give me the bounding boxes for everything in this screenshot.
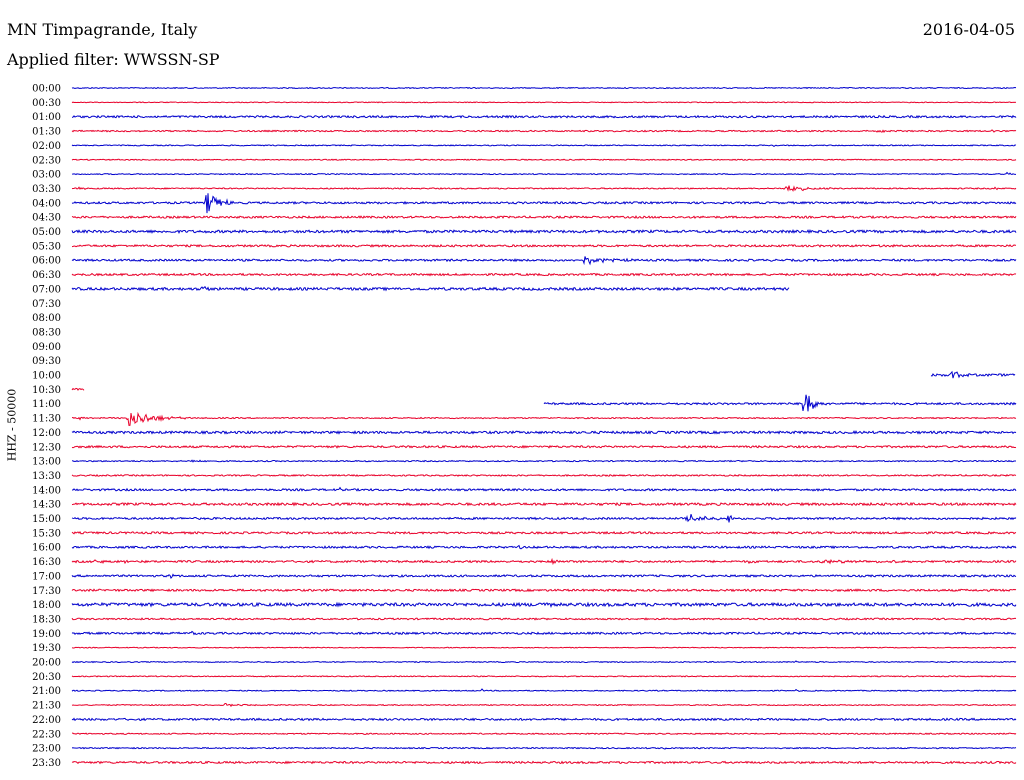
row-time-label: 22:00 bbox=[32, 715, 61, 726]
trace-21-30 bbox=[71, 702, 1017, 708]
row-time-label: 09:30 bbox=[32, 356, 61, 367]
trace-06-00 bbox=[71, 256, 1017, 266]
trace-05-00 bbox=[71, 228, 1017, 235]
trace-01-30 bbox=[71, 129, 1017, 133]
row-time-label: 12:30 bbox=[32, 442, 61, 453]
trace-00-00 bbox=[71, 86, 1017, 90]
trace-18-30 bbox=[71, 617, 1017, 621]
trace-20-00 bbox=[71, 660, 1017, 664]
row-time-label: 02:00 bbox=[32, 141, 61, 152]
helicorder-plot: 00:00 00:30 01:00 01:30 02:00 02:30 03:00 03:30… bbox=[32, 84, 1017, 769]
row-time-label: 10:00 bbox=[32, 371, 61, 382]
trace-05-30 bbox=[71, 243, 1017, 248]
trace-19-00 bbox=[71, 630, 1017, 636]
row-time-label: 17:00 bbox=[32, 571, 61, 582]
trace-23-30 bbox=[71, 760, 1017, 765]
row-time-label: 18:00 bbox=[32, 600, 61, 611]
trace-06-30 bbox=[71, 272, 1017, 277]
row-time-label: 23:30 bbox=[32, 758, 61, 769]
trace-16-00 bbox=[71, 544, 1017, 550]
row-time-label: 16:00 bbox=[32, 543, 61, 554]
trace-15-00 bbox=[71, 514, 1017, 523]
trace-17-00 bbox=[71, 573, 1017, 580]
row-time-label: 07:30 bbox=[32, 299, 61, 310]
row-time-label: 11:00 bbox=[32, 399, 61, 410]
trace-12-00 bbox=[71, 430, 1017, 435]
trace-07-00 bbox=[71, 286, 790, 292]
row-time-label: 10:30 bbox=[32, 385, 61, 396]
trace-00-30 bbox=[71, 101, 1017, 104]
row-time-label: 08:30 bbox=[32, 327, 61, 338]
row-time-label: 15:30 bbox=[32, 528, 61, 539]
row-time-label: 05:30 bbox=[32, 241, 61, 252]
row-time-label: 13:30 bbox=[32, 471, 61, 482]
trace-10-00 bbox=[930, 370, 1016, 379]
row-time-label: 06:30 bbox=[32, 270, 61, 281]
row-time-label: 17:30 bbox=[32, 586, 61, 597]
seismogram-page: MN Timpagrande, Italy 2016-04-05 Applied… bbox=[0, 0, 1024, 780]
row-time-label: 21:30 bbox=[32, 701, 61, 712]
row-time-label: 07:00 bbox=[32, 284, 61, 295]
trace-17-30 bbox=[71, 588, 1017, 593]
trace-16-30 bbox=[71, 557, 1017, 566]
trace-15-30 bbox=[71, 530, 1017, 535]
trace-12-30 bbox=[71, 444, 1017, 449]
row-time-label: 14:30 bbox=[32, 500, 61, 511]
row-time-label: 09:00 bbox=[32, 342, 61, 353]
trace-13-00 bbox=[71, 459, 1016, 463]
row-time-label: 15:00 bbox=[32, 514, 61, 525]
trace-22-30 bbox=[72, 732, 1017, 736]
row-time-label: 03:00 bbox=[32, 170, 61, 181]
trace-14-00 bbox=[72, 486, 1017, 492]
row-time-label: 02:30 bbox=[32, 155, 61, 166]
trace-14-30 bbox=[71, 501, 1017, 507]
trace-04-30 bbox=[71, 215, 1017, 220]
row-time-label: 21:00 bbox=[32, 686, 61, 697]
row-time-label: 01:00 bbox=[32, 112, 61, 123]
row-time-label: 00:00 bbox=[32, 84, 61, 95]
row-time-label: 18:30 bbox=[32, 614, 61, 625]
row-time-label: 11:30 bbox=[32, 414, 61, 425]
row-time-label: 20:00 bbox=[32, 658, 61, 669]
row-time-label: 08:00 bbox=[32, 313, 61, 324]
trace-11-00 bbox=[543, 394, 1017, 412]
trace-10-30 bbox=[71, 387, 85, 391]
row-time-label: 06:00 bbox=[32, 256, 61, 267]
row-time-label: 03:30 bbox=[32, 184, 61, 195]
row-time-label: 12:00 bbox=[32, 428, 61, 439]
row-time-label: 20:30 bbox=[32, 672, 61, 683]
row-time-label: 23:00 bbox=[32, 744, 61, 755]
row-time-label: 05:00 bbox=[32, 227, 61, 238]
row-time-label: 19:00 bbox=[32, 629, 61, 640]
trace-19-30 bbox=[71, 646, 1017, 649]
row-time-label: 14:00 bbox=[32, 485, 61, 496]
row-time-label: 19:30 bbox=[32, 643, 61, 654]
row-time-label: 04:00 bbox=[32, 198, 61, 209]
trace-11-30 bbox=[71, 411, 1017, 426]
row-time-label: 00:30 bbox=[32, 98, 61, 109]
trace-02-30 bbox=[71, 158, 1017, 161]
trace-18-00 bbox=[71, 601, 1017, 608]
trace-23-00 bbox=[71, 746, 1017, 750]
row-time-label: 22:30 bbox=[32, 729, 61, 740]
trace-21-00 bbox=[71, 688, 1017, 692]
row-time-label: 04:30 bbox=[32, 213, 61, 224]
trace-20-30 bbox=[71, 675, 1017, 678]
row-time-label: 01:30 bbox=[32, 127, 61, 138]
trace-04-00 bbox=[71, 193, 1017, 214]
trace-13-30 bbox=[71, 474, 1017, 477]
trace-03-00 bbox=[71, 171, 1017, 176]
trace-01-00 bbox=[71, 114, 1017, 119]
row-time-label: 16:30 bbox=[32, 557, 61, 568]
trace-02-00 bbox=[71, 144, 1017, 147]
trace-03-30 bbox=[71, 185, 1017, 192]
trace-22-00 bbox=[71, 717, 1017, 722]
row-time-label: 13:00 bbox=[32, 457, 61, 468]
